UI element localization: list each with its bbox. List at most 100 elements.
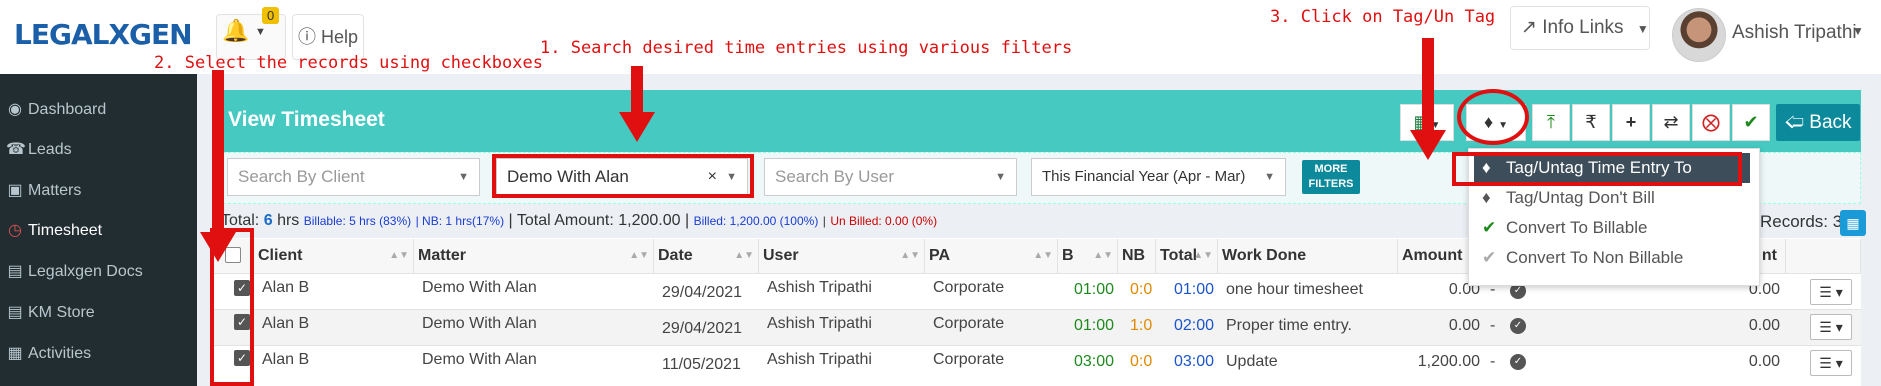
annotation-tag-circle <box>1457 89 1529 145</box>
sidebar-item-activities[interactable]: ▦ Activities <box>0 334 197 374</box>
column-header[interactable]: Work Done <box>1218 239 1398 273</box>
annotation-matter-highlight <box>492 154 754 198</box>
annotation-arrow-head <box>200 232 236 262</box>
upload-icon: ⤒ <box>1547 112 1555 132</box>
annotation-step-1: 1. Search desired time entries using var… <box>540 38 1073 58</box>
row-actions-button[interactable]: ☰ ▾ <box>1810 279 1852 305</box>
column-header[interactable]: NB <box>1118 239 1156 273</box>
check-circle-icon: ✔ <box>1743 112 1759 132</box>
info-links-button[interactable]: ↗ Info Links ▼ <box>1510 6 1650 50</box>
sort-icon: ▲▼ <box>900 250 920 261</box>
row-actions-button[interactable]: ☰ ▾ <box>1810 350 1852 376</box>
hours-unit: hrs <box>277 212 300 229</box>
chevron-down-icon[interactable]: ▼ <box>1852 24 1864 38</box>
back-button[interactable]: 🢠 Back <box>1776 104 1860 141</box>
cell-amount: 0.00 <box>1448 317 1480 334</box>
cell-pa: Corporate <box>933 315 1005 332</box>
more-filters-button[interactable]: MORE FILTERS <box>1302 160 1360 194</box>
records-count: Records: 3 <box>1760 212 1843 231</box>
column-header[interactable]: B ▲▼ <box>1058 239 1118 273</box>
client-filter-select[interactable]: Search By Client ▼ <box>227 158 480 196</box>
tag-icon: ♦ <box>1482 188 1491 207</box>
cell-dash: - <box>1490 317 1496 334</box>
cell-billable: 01:00 <box>1074 281 1115 298</box>
column-header-actions <box>1786 239 1861 273</box>
sidebar-item-timesheet[interactable]: ◷ Timesheet <box>0 211 197 251</box>
approve-button[interactable]: ✔ <box>1732 104 1770 141</box>
annotation-step-3: 3. Click on Tag/Un Tag <box>1270 7 1496 27</box>
menu-item-convert-non-billable[interactable]: ✔ Convert To Non Billable <box>1474 243 1750 273</box>
grid-icon: ▦ <box>1846 215 1860 231</box>
column-matter: Matter <box>418 247 467 264</box>
rupee-button[interactable]: ₹ <box>1572 104 1610 141</box>
sort-icon: ▲▼ <box>1093 250 1113 261</box>
column-header[interactable]: Total ▲▼ <box>1156 239 1218 273</box>
totals-summary: Total: 6 hrs Billable: 5 hrs (83%) | NB:… <box>221 212 938 229</box>
menu-item-label: Convert To Non Billable <box>1506 248 1684 267</box>
total-amount: | Total Amount: 1,200.00 | <box>508 212 690 229</box>
phone-icon: ☎ <box>6 141 26 158</box>
app-logo[interactable]: LEGALXGEN <box>14 18 193 51</box>
column-header[interactable]: Client ▲▼ <box>254 239 414 273</box>
menu-item-label: Tag/Untag Don't Bill <box>1506 188 1655 207</box>
shuffle-button[interactable]: ⇄ <box>1652 104 1690 141</box>
column-header[interactable]: PA ▲▼ <box>925 239 1058 273</box>
cell-amount: 1,200.00 <box>1417 353 1480 370</box>
clock-icon: ◷ <box>8 222 22 239</box>
column-header[interactable]: Date ▲▼ <box>654 239 759 273</box>
sidebar-item-label: Activities <box>28 345 92 362</box>
column-header[interactable]: Matter ▲▼ <box>414 239 654 273</box>
upload-button[interactable]: ⤒ <box>1532 104 1570 141</box>
dashboard-icon: ◉ <box>8 101 22 118</box>
cell-user: Ashish Tripathi <box>767 351 872 368</box>
column-amount: Amount <box>1402 247 1463 264</box>
annotation-menu-highlight <box>1452 152 1742 186</box>
sort-icon: ▲▼ <box>734 250 754 261</box>
help-label: Help <box>320 27 359 47</box>
user-filter-select[interactable]: Search By User ▼ <box>764 158 1017 196</box>
column-b: B <box>1062 247 1074 264</box>
sort-icon: ▲▼ <box>1193 250 1213 261</box>
client-filter-placeholder: Search By Client <box>238 167 365 186</box>
sidebar-item-dashboard[interactable]: ◉ Dashboard <box>0 90 197 130</box>
unbilled-summary: Un Billed: 0.00 (0%) <box>830 214 938 228</box>
menu-item-convert-billable[interactable]: ✔ Convert To Billable <box>1474 213 1750 243</box>
grid-toggle-button[interactable]: ▦ <box>1840 210 1866 236</box>
user-name[interactable]: Ashish Tripathi <box>1732 22 1857 44</box>
cell-total: 03:00 <box>1174 353 1215 370</box>
period-filter-select[interactable]: This Financial Year (Apr - Mar) ▼ <box>1031 158 1286 196</box>
folder-icon: ▤ <box>7 263 23 280</box>
calendar-icon: ▦ <box>7 345 23 362</box>
column-nb: NB <box>1122 247 1146 264</box>
column-client: Client <box>258 247 303 264</box>
sidebar-item-legalxgen-docs[interactable]: ▤ Legalxgen Docs <box>0 252 197 292</box>
row-actions-button[interactable]: ☰ ▾ <box>1810 314 1852 340</box>
cell-user: Ashish Tripathi <box>767 315 872 332</box>
menu-item-tag-untag-dont-bill[interactable]: ♦ Tag/Untag Don't Bill <box>1474 183 1750 213</box>
sidebar-item-km-store[interactable]: ▤ KM Store <box>0 293 197 333</box>
sidebar-item-leads[interactable]: ☎ Leads <box>0 130 197 170</box>
column-amount-partial: nt <box>1761 247 1777 264</box>
info-links-label: Info Links <box>1542 17 1624 38</box>
cell-work-done: one hour timesheet <box>1226 281 1363 298</box>
add-button[interactable]: + <box>1612 104 1650 141</box>
cell-total: 02:00 <box>1174 317 1215 334</box>
sidebar-item-label: Legalxgen Docs <box>28 263 143 280</box>
cell-nonbillable: 0:0 <box>1130 281 1153 298</box>
annotation-arrow-shaft <box>212 70 224 238</box>
sidebar-item-matters[interactable]: ▣ Matters <box>0 171 197 211</box>
cell-dash: - <box>1490 353 1496 370</box>
total-hours: 6 <box>263 212 273 229</box>
annotation-arrow-head <box>1410 130 1446 160</box>
avatar[interactable] <box>1672 8 1726 62</box>
menu-icon: ☰ ▾ <box>1819 284 1843 300</box>
sort-icon: ▲▼ <box>629 250 649 261</box>
cell-nonbillable: 0:0 <box>1130 353 1153 370</box>
question-icon: ⓘ <box>297 27 316 47</box>
column-header[interactable]: User ▲▼ <box>759 239 925 273</box>
user-filter-placeholder: Search By User <box>775 167 895 186</box>
column-work-done: Work Done <box>1222 247 1307 264</box>
cancel-button[interactable]: ⨂ <box>1692 104 1730 141</box>
plus-icon: + <box>1625 112 1637 132</box>
cell-client: Alan B <box>262 351 310 368</box>
